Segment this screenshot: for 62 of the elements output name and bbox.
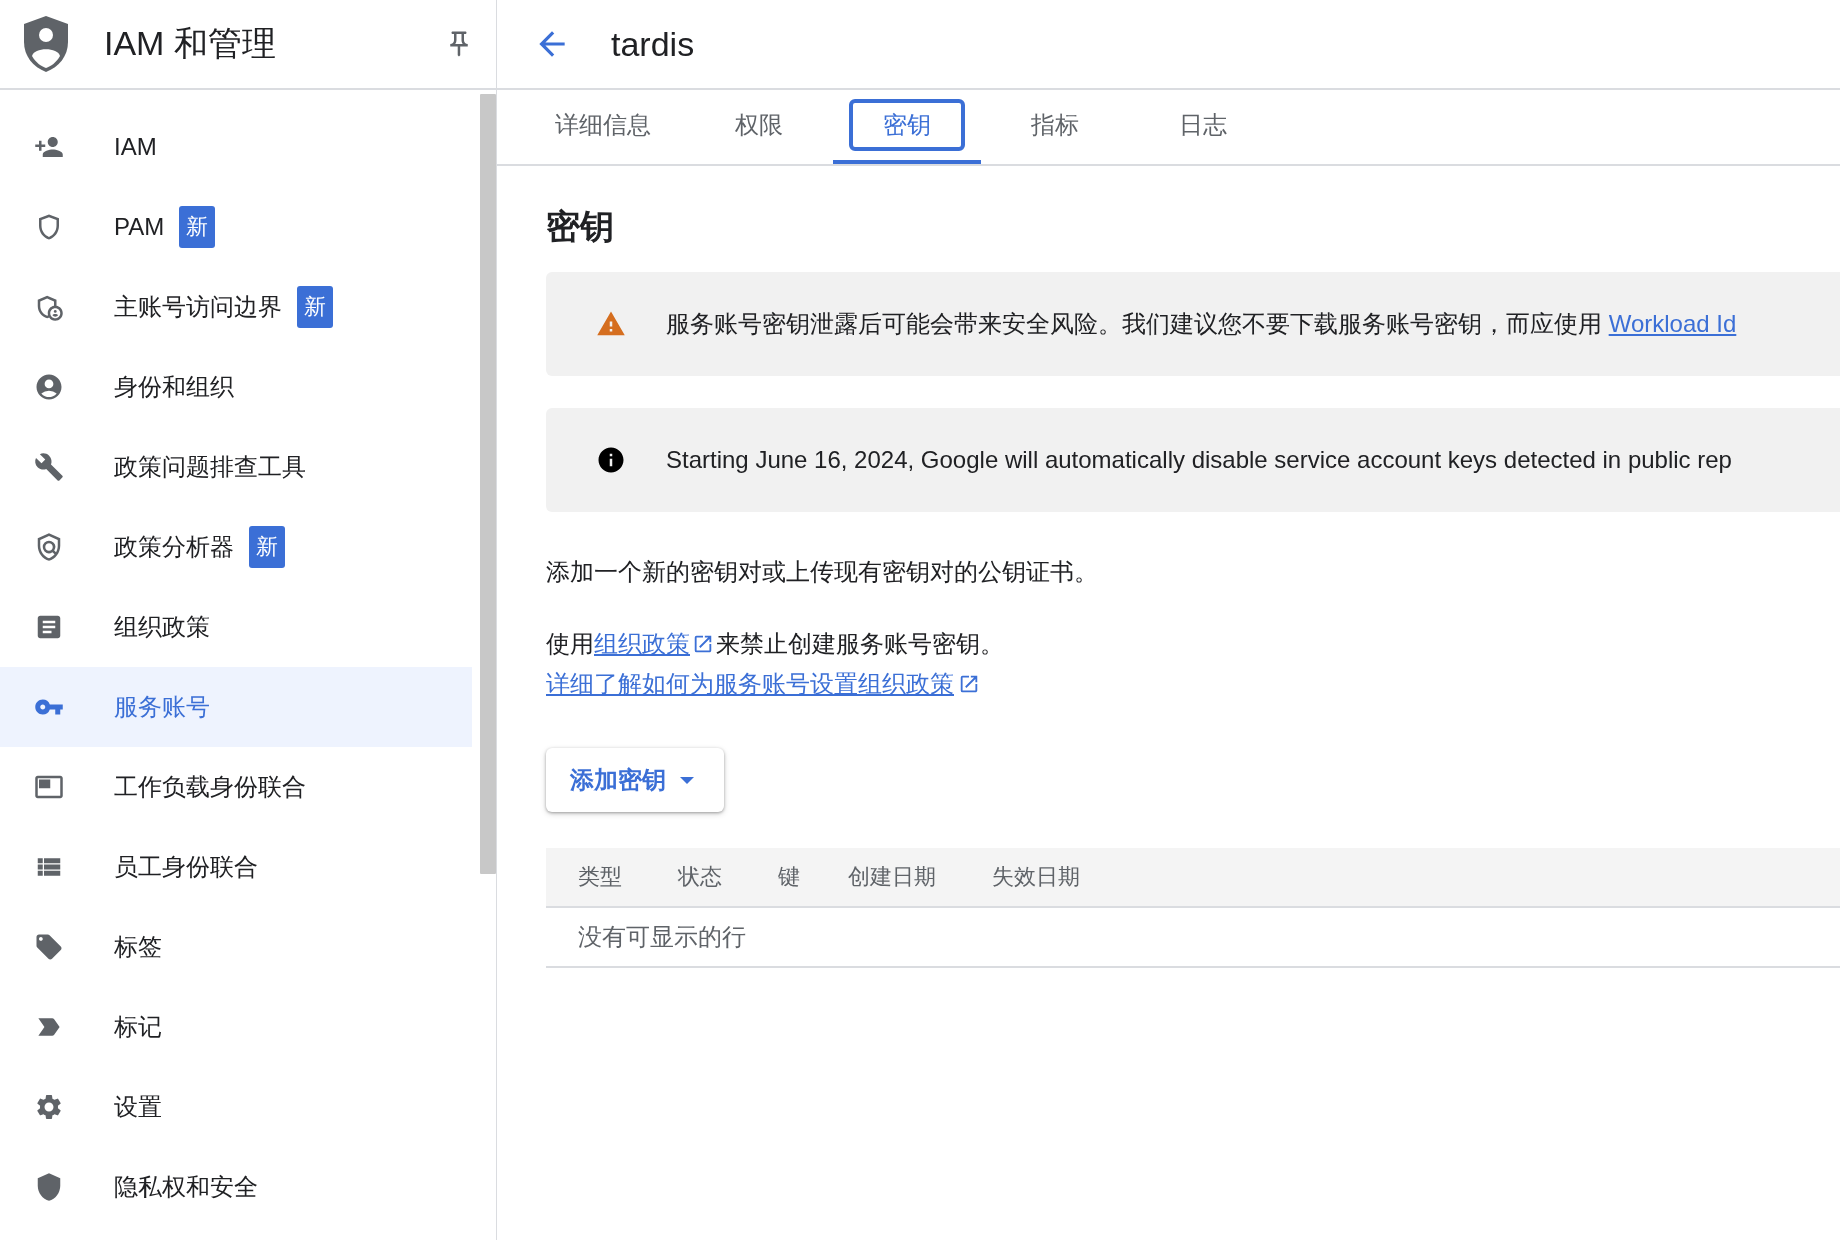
- nav-label: IAM: [114, 133, 157, 161]
- nav-label: PAM: [114, 213, 165, 241]
- wrench-icon: [34, 452, 64, 482]
- nav-label: 主账号访问边界: [114, 292, 282, 322]
- nav-label: 标签: [114, 932, 162, 962]
- nav-label: 组织政策: [114, 612, 210, 642]
- new-badge: 新: [179, 206, 216, 248]
- scrollbar[interactable]: [480, 94, 496, 874]
- nav-label: 政策分析器: [114, 532, 234, 562]
- settings-icon: [34, 1092, 64, 1122]
- external-link-icon: [958, 673, 980, 695]
- new-badge: 新: [249, 526, 285, 568]
- column-header: 失效日期: [992, 863, 1080, 891]
- column-header: 键: [778, 863, 800, 891]
- tab[interactable]: 权限: [685, 90, 833, 164]
- nav-label: 政策问题排查工具: [114, 452, 306, 482]
- nav-label: 标记: [114, 1012, 162, 1042]
- external-link-icon: [692, 633, 714, 655]
- empty-message: 没有可显示的行: [578, 922, 746, 952]
- nav-item[interactable]: 组织政策: [0, 587, 472, 667]
- policy-link[interactable]: 组织政策: [594, 630, 690, 657]
- column-header: 类型: [578, 863, 622, 891]
- nav-item[interactable]: IAM: [0, 107, 472, 187]
- info-icon: [596, 445, 626, 475]
- column-header: 状态: [678, 863, 722, 891]
- nav-item[interactable]: PAM 新: [0, 187, 472, 267]
- section-heading: 密钥: [546, 206, 615, 247]
- nav-item[interactable]: 政策问题排查工具: [0, 427, 472, 507]
- shield-person-logo: [24, 16, 68, 72]
- nav-item[interactable]: 标签: [0, 907, 472, 987]
- policy-sentence: 使用组织政策 来禁止创建服务账号密钥。: [546, 629, 1005, 659]
- nav-label: 设置: [114, 1092, 162, 1122]
- new-badge: 新: [297, 286, 333, 328]
- nav-item[interactable]: 工作负载身份联合: [0, 747, 472, 827]
- nav-label: 身份和组织: [114, 372, 234, 402]
- banner-text: 服务账号密钥泄露后可能会带来安全风险。我们建议您不要下载服务账号密钥，而应使用 Workload Id: [666, 309, 1737, 339]
- nav-item[interactable]: 隐私权和安全: [0, 1147, 472, 1227]
- nav-label: 隐私权和安全: [114, 1172, 258, 1202]
- tag-icon: [34, 932, 64, 962]
- caret-icon: [680, 776, 694, 784]
- nav-item[interactable]: 员工身份联合: [0, 827, 472, 907]
- nav-item[interactable]: 标记: [0, 987, 472, 1067]
- nav-item[interactable]: 设置: [0, 1067, 472, 1147]
- tab[interactable]: 指标: [981, 90, 1129, 164]
- add-key-button[interactable]: 添加密钥: [546, 748, 724, 812]
- nav-label: 员工身份联合: [114, 852, 258, 882]
- page-title: tardis: [611, 24, 695, 64]
- banner-link[interactable]: Workload Id: [1608, 310, 1737, 337]
- product-title: IAM 和管理: [104, 23, 277, 64]
- banner-text: Starting June 16, 2024, Google will automatically disable service account keys detected in public rep: [666, 446, 1732, 474]
- nav-item[interactable]: 政策分析器 新: [0, 507, 472, 587]
- learn-more-link[interactable]: 详细了解如何为服务账号设置组织政策: [546, 670, 954, 697]
- nav-label: 工作负载身份联合: [114, 772, 306, 802]
- nav-item[interactable]: 主账号访问边界 新: [0, 267, 472, 347]
- description-text: 添加一个新的密钥对或上传现有密钥对的公钥证书。: [546, 557, 1099, 587]
- tab[interactable]: 详细信息: [521, 90, 685, 164]
- column-header: 创建日期: [848, 863, 936, 891]
- account-icon: [34, 372, 64, 402]
- nav-item[interactable]: 身份和组织: [0, 347, 472, 427]
- nav-item[interactable]: 服务账号: [0, 667, 472, 747]
- tab[interactable]: 日志: [1129, 90, 1277, 164]
- nav-label: 服务账号: [114, 692, 210, 722]
